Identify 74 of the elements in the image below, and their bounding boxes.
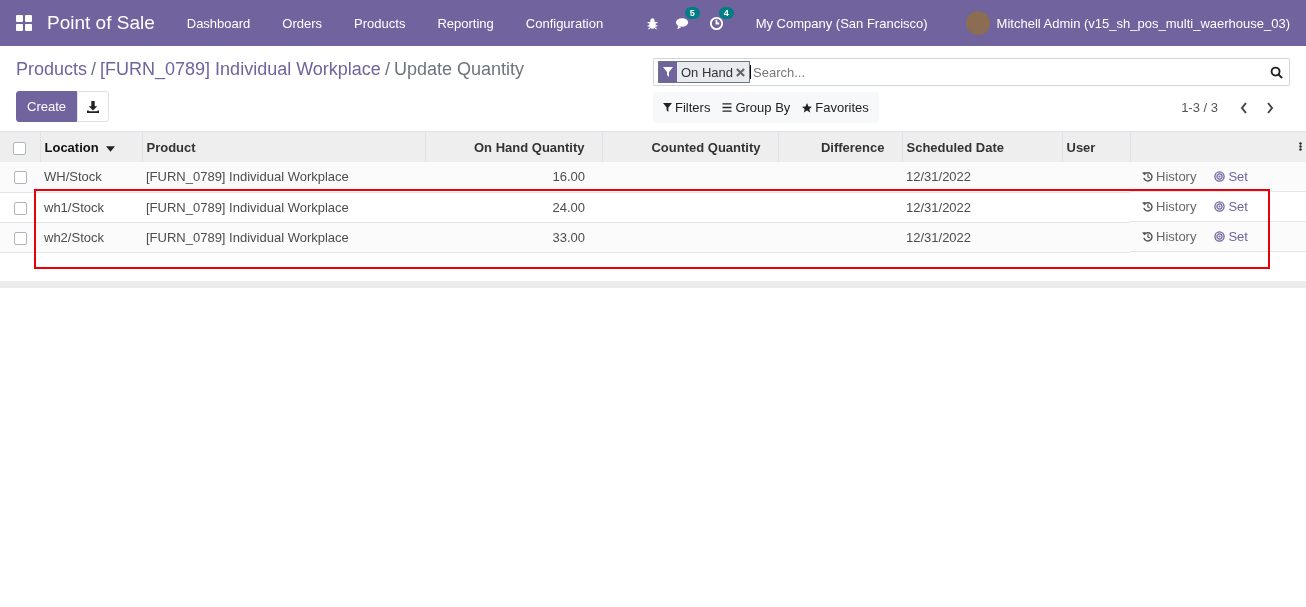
table-cell: 12/31/2022 [906,229,972,245]
breadcrumb-separator: / [91,58,97,80]
target-icon [1214,171,1226,182]
chat-icon[interactable] [674,15,691,31]
star-icon [802,102,813,113]
facet-label: On Hand [680,64,735,80]
table-cell: [FURN_0789] Individual Workplace [146,229,349,245]
column-header[interactable]: Scheduled Date [902,131,1062,162]
table-cell: wh2/Stock [44,229,104,245]
set-link[interactable]: Set [1214,169,1248,184]
row-checkbox[interactable] [13,171,27,185]
breadcrumb-link[interactable]: [FURN_0789] Individual Workplace [100,58,381,80]
column-header[interactable]: Product [142,131,425,162]
menu-item[interactable]: Products [338,15,422,31]
user-menu[interactable]: Mitchell Admin (v15_sh_pos_multi_waerhouse_03) [996,15,1290,31]
breadcrumb-link[interactable]: Products [16,58,88,80]
filter-facet[interactable]: On Hand [658,61,751,83]
bug-icon[interactable] [645,16,659,30]
table-cell: 16.00 [552,169,585,185]
history-icon [1142,201,1153,212]
search-field[interactable]: On Hand Search... [653,58,1290,86]
menu-item[interactable]: Configuration [509,15,620,31]
table-cell: [FURN_0789] Individual Workplace [146,199,349,215]
table-cell: 12/31/2022 [906,169,972,185]
pager-value[interactable]: 1-3 / 3 [1181,100,1218,115]
history-link[interactable]: History [1142,169,1197,184]
menu-item[interactable]: Reporting [421,15,510,31]
message-count-badge: 5 [684,6,700,19]
target-icon [1214,231,1226,242]
activity-count-badge: 4 [718,6,734,19]
table-cell: 33.00 [552,229,585,245]
breadcrumb-current: Update Quantity [393,58,524,80]
target-icon [1214,201,1226,212]
app-title[interactable]: Point of Sale [47,12,155,34]
set-link[interactable]: Set [1214,229,1248,244]
remove-icon[interactable] [736,67,746,77]
more-options-icon[interactable] [1299,140,1302,152]
menu-item[interactable]: Orders [266,15,339,31]
column-header[interactable]: On Hand Quantity [425,131,602,162]
download-button[interactable] [77,91,110,122]
column-header[interactable]: Counted Quantity [602,131,778,162]
select-all-checkbox[interactable] [13,141,27,155]
search-icon[interactable] [1270,65,1283,79]
column-header[interactable]: Difference [778,131,902,162]
clock-icon[interactable] [708,15,724,31]
search-option[interactable]: Favorites [796,100,875,115]
breadcrumb-separator: / [384,58,390,80]
history-link[interactable]: History [1142,229,1197,244]
search-option[interactable]: Group By [716,100,797,115]
history-link[interactable]: History [1142,199,1197,214]
table-cell: [FURN_0789] Individual Workplace [146,169,349,185]
set-link[interactable]: Set [1214,199,1248,214]
table-cell: wh1/Stock [44,199,104,215]
menu-item[interactable]: Dashboard [170,15,267,31]
chevron-right-icon [1266,101,1274,114]
search-option[interactable]: Filters [657,100,717,115]
history-icon [1142,171,1153,182]
create-button[interactable]: Create [16,91,78,122]
row-checkbox[interactable] [13,201,27,215]
filter-icon [663,103,672,112]
sort-caret-icon [106,145,116,152]
table-cell: 24.00 [552,199,585,215]
row-checkbox[interactable] [13,231,27,245]
column-header[interactable]: User [1062,131,1130,162]
history-icon [1142,231,1153,242]
filter-icon [663,67,673,77]
table-cell: WH/Stock [44,169,102,185]
company-switcher[interactable]: My Company (San Francisco) [755,15,928,31]
list-icon [722,103,733,112]
table-cell: 12/31/2022 [906,199,972,215]
apps-menu-icon[interactable] [16,15,32,31]
chevron-left-icon [1240,101,1248,114]
download-icon [87,100,100,113]
column-header[interactable]: Location [40,131,142,162]
